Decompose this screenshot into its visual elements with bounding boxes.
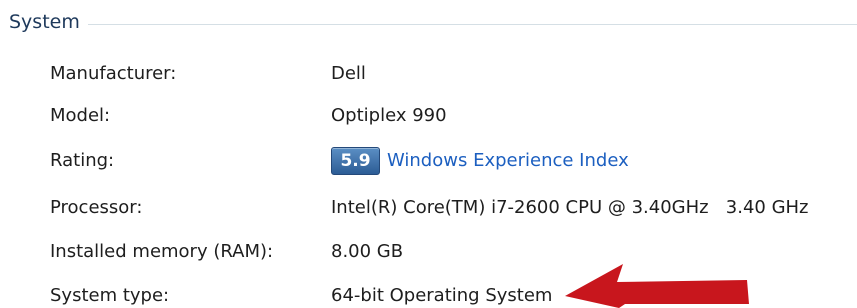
arrow-shape — [565, 264, 749, 308]
windows-experience-index-link[interactable]: Windows Experience Index — [387, 143, 629, 179]
model-value: Optiplex 990 — [331, 105, 447, 126]
processor-label: Processor: — [50, 197, 143, 218]
manufacturer-value: Dell — [331, 63, 366, 84]
memory-label: Installed memory (RAM): — [50, 241, 274, 262]
processor-value: Intel(R) Core(TM) i7-2600 CPU @ 3.40GHz … — [331, 197, 809, 218]
model-label: Model: — [50, 105, 111, 126]
manufacturer-row: Manufacturer: Dell — [0, 56, 857, 92]
manufacturer-label: Manufacturer: — [50, 63, 177, 84]
red-arrow-icon — [565, 264, 749, 308]
model-row: Model: Optiplex 990 — [0, 98, 857, 134]
system-type-label: System type: — [50, 285, 170, 306]
rating-row: Rating: 5.9 Windows Experience Index — [0, 143, 857, 179]
memory-value: 8.00 GB — [331, 241, 404, 262]
rating-label: Rating: — [50, 150, 115, 171]
rating-score-badge[interactable]: 5.9 — [331, 147, 380, 175]
system-type-value: 64-bit Operating System — [331, 285, 553, 306]
processor-row: Processor: Intel(R) Core(TM) i7-2600 CPU… — [0, 190, 857, 226]
